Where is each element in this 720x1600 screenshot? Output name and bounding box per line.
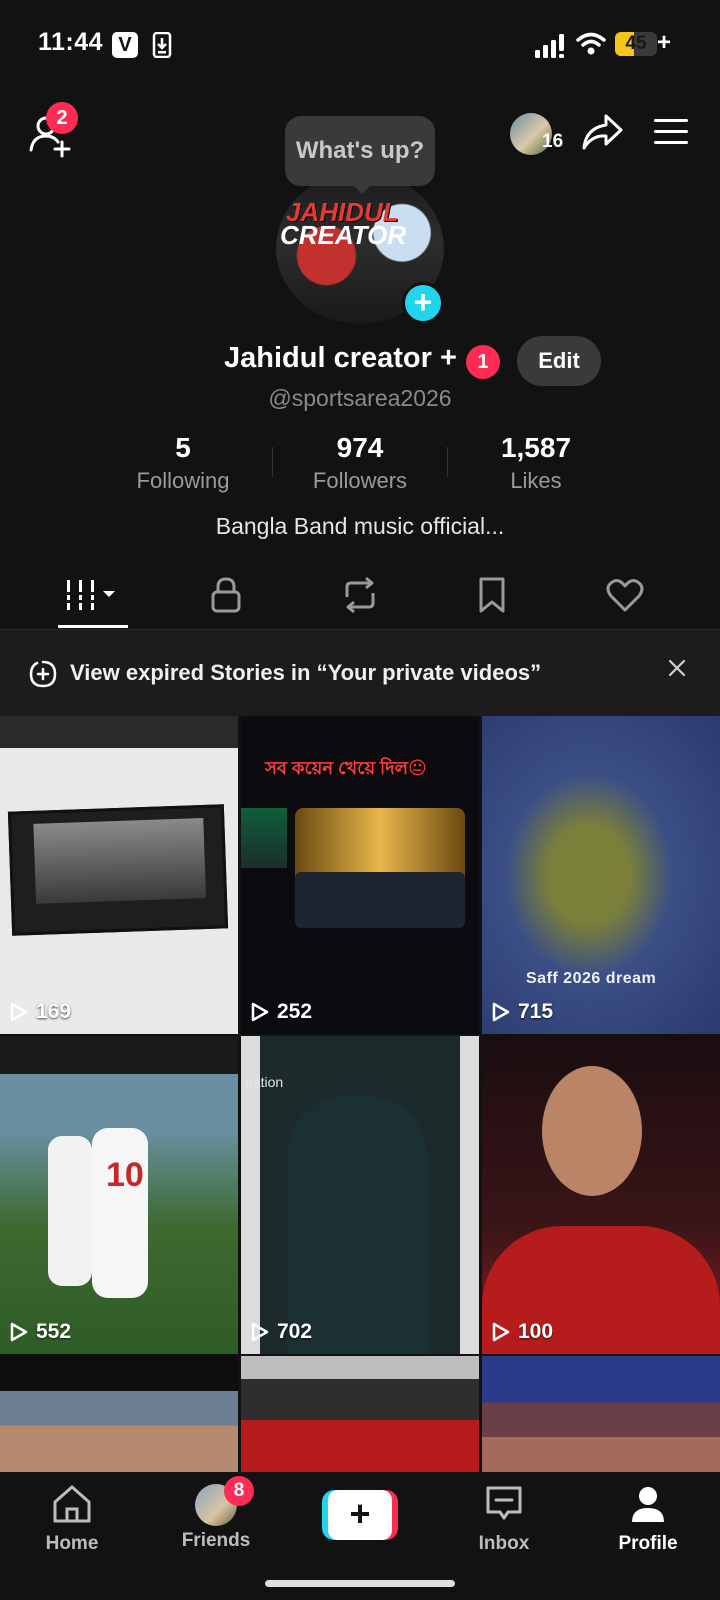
nav-inbox-label: Inbox (478, 1533, 530, 1554)
home-indicator (265, 1580, 455, 1587)
video-thumbnail[interactable]: 10 552 (0, 1036, 238, 1354)
create-button[interactable]: + (322, 1490, 398, 1540)
nav-profile-label: Profile (618, 1533, 678, 1554)
battery-level: 45 (625, 33, 647, 54)
view-count-value: 169 (36, 1000, 72, 1023)
play-icon (10, 1002, 28, 1022)
video-thumbnail[interactable]: 169 (0, 716, 238, 1034)
name-notification-badge: 1 (466, 345, 500, 379)
stat-followers-label: Followers (312, 468, 408, 493)
repost-icon (345, 577, 375, 613)
friends-badge: 8 (224, 1476, 254, 1506)
play-icon (492, 1002, 510, 1022)
view-count: 702 (251, 1320, 312, 1344)
status-bubble[interactable]: What's up? (285, 116, 435, 186)
add-story-button[interactable]: + (402, 282, 444, 324)
nav-friends[interactable]: Friends (144, 1484, 288, 1552)
status-time: 11:44 (38, 28, 104, 56)
plus-icon: + (328, 1490, 392, 1540)
video-thumbnail[interactable] (0, 1356, 238, 1472)
person-image (542, 1066, 642, 1196)
stat-following-value: 5 (175, 432, 191, 463)
videos-icon (63, 580, 115, 610)
stat-likes-label: Likes (510, 468, 562, 493)
view-count-value: 702 (277, 1320, 313, 1343)
profile-tabs (0, 560, 720, 630)
stat-likes-value: 1,587 (500, 432, 572, 463)
nav-home[interactable]: Home (0, 1484, 144, 1555)
play-icon (10, 1322, 28, 1342)
view-count-value: 252 (277, 1000, 313, 1023)
video-thumbnail[interactable]: nation 702 (241, 1036, 479, 1354)
video-caption: Saff 2026 dream (526, 970, 657, 987)
view-count-value: 100 (518, 1320, 554, 1343)
tab-private[interactable] (154, 560, 298, 630)
banner-text: View expired Stories in “Your private vi… (70, 660, 542, 685)
profile-bio[interactable]: Bangla Band music official... (0, 513, 720, 540)
status-bubble-tail (352, 184, 372, 194)
lock-icon (211, 577, 241, 613)
video-thumbnail[interactable]: 100 (482, 1036, 720, 1354)
stat-followers-value: 974 (336, 432, 384, 463)
profile-handle: @sportsarea2026 (268, 385, 452, 411)
close-icon[interactable] (668, 659, 686, 677)
share-icon[interactable] (580, 112, 624, 152)
video-caption: nation (245, 1074, 284, 1090)
tab-favorites[interactable] (420, 560, 564, 630)
nav-inbox[interactable]: Inbox (432, 1484, 576, 1555)
person-image (287, 1096, 427, 1354)
view-count-value: 715 (518, 1000, 554, 1023)
tab-reposts[interactable] (288, 560, 432, 630)
play-icon (492, 1322, 510, 1342)
nav-friends-label: Friends (181, 1530, 251, 1551)
heart-icon (606, 579, 644, 612)
active-tab-indicator (58, 625, 128, 628)
play-icon (251, 1322, 269, 1342)
stat-divider (272, 447, 273, 477)
stat-following[interactable]: 5 Following (98, 432, 268, 494)
avatar-logo-text-2: CREATOR (280, 220, 407, 250)
nav-home-label: Home (45, 1533, 99, 1554)
play-icon (251, 1002, 269, 1022)
download-icon (152, 32, 172, 58)
video-thumbnail[interactable]: Saff 2026 dream 715 (482, 716, 720, 1034)
video-caption: সব কয়েন খেয়ে দিল😐 (265, 758, 427, 778)
view-count: 169 (10, 1000, 71, 1024)
signal-icon (535, 34, 564, 58)
video-thumbnail[interactable] (482, 1356, 720, 1472)
stat-divider (447, 447, 448, 477)
profile-icon (632, 1487, 664, 1522)
view-count: 552 (10, 1320, 71, 1344)
player-image (48, 1136, 92, 1286)
battery-indicator: 45 (615, 32, 657, 56)
home-icon (53, 1485, 91, 1523)
stat-following-label: Following (136, 468, 230, 493)
charging-icon: + (657, 29, 672, 56)
profile-views-count: 16 (542, 131, 564, 152)
view-count: 715 (492, 1000, 553, 1024)
view-count: 252 (251, 1000, 312, 1024)
nav-profile[interactable]: Profile (576, 1484, 720, 1555)
edit-profile-button[interactable]: Edit (517, 336, 601, 386)
tv-screen-image (7, 804, 229, 936)
profile-name[interactable]: Jahidul creator + (224, 342, 457, 375)
stat-followers[interactable]: 974 Followers (275, 432, 445, 494)
story-add-icon (29, 660, 57, 688)
tab-liked[interactable] (553, 560, 697, 630)
vpn-icon: V (112, 32, 138, 58)
add-friend-badge: 2 (46, 102, 78, 134)
view-count-value: 552 (36, 1320, 72, 1343)
inbox-icon (486, 1486, 522, 1520)
bookmark-icon (479, 577, 505, 613)
view-count: 100 (492, 1320, 553, 1344)
expired-stories-banner[interactable]: View expired Stories in “Your private vi… (0, 630, 720, 716)
video-thumbnail[interactable]: সব কয়েন খেয়ে দিল😐 252 (241, 716, 479, 1034)
status-bar: 11:44 V 45 + (0, 0, 720, 90)
menu-icon[interactable] (654, 118, 688, 146)
stat-likes[interactable]: 1,587 Likes (451, 432, 621, 494)
wifi-icon (576, 32, 606, 55)
tab-videos[interactable] (22, 560, 166, 630)
video-thumbnail[interactable] (241, 1356, 479, 1472)
